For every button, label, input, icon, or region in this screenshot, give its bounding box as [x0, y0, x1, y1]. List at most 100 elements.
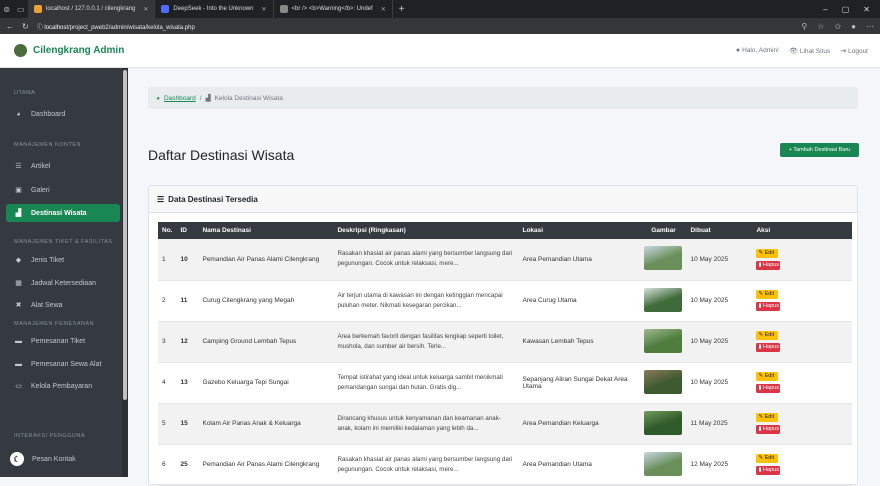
close-icon[interactable]: ✕	[863, 5, 870, 14]
column-header: Nama Destinasi	[198, 222, 334, 239]
sidebar-item-artikel[interactable]: ☰ Artikel	[6, 157, 120, 175]
row-id: 12	[176, 321, 199, 363]
destination-name: Gazebo Keluarga Tepi Sungai	[198, 362, 334, 404]
delete-button[interactable]: ▮ Hapus	[756, 302, 781, 311]
sidebar-item-galeri[interactable]: ▣ Galeri	[6, 181, 120, 199]
tab-overview-icon[interactable]: ▭	[17, 5, 25, 14]
sidebar-item-dashboard[interactable]: ◕ Dashboard	[6, 105, 120, 123]
view-site-link[interactable]: 👁 Lihat Situs	[789, 47, 830, 55]
brand-name: Cilengkrang Admin	[33, 45, 125, 56]
breadcrumb-separator: /	[199, 94, 202, 102]
edit-button[interactable]: ✎ Edit	[756, 290, 779, 299]
reload-icon[interactable]: ↻	[22, 22, 29, 31]
tab-close-icon[interactable]: ✕	[143, 6, 148, 13]
brand[interactable]: Cilengkrang Admin	[0, 44, 128, 57]
view-site-text: Lihat Situs	[799, 47, 831, 55]
browser-tab[interactable]: localhost / 127.0.0.1 / cilengkrang ✕	[28, 0, 156, 18]
destination-image[interactable]	[644, 246, 683, 271]
url-field[interactable]: ⓘ localhost/project_pweb2/admin/wisata/k…	[37, 22, 195, 31]
table-row: 4 13 Gazebo Keluarga Tepi Sungai Tempat ist…	[158, 362, 852, 404]
sidebar: UTAMA ◕ Dashboard MANAJEMEN KONTEN ☰ Artikel ▣…	[0, 68, 128, 477]
delete-button[interactable]: ▮ Hapus	[756, 425, 781, 434]
sidebar-item-destinasi-wisata[interactable]: ▟ Destinasi Wisata	[6, 204, 120, 222]
delete-label: Hapus	[763, 467, 779, 473]
column-header: Lokasi	[518, 222, 641, 239]
row-id: 11	[176, 280, 199, 322]
row-id: 13	[176, 362, 199, 404]
delete-button[interactable]: ▮ Hapus	[756, 466, 781, 475]
sidebar-item-alat-sewa[interactable]: ✖ Alat Sewa	[6, 296, 120, 314]
table-row: 1 10 Pemandian Air Panas Alami Cilengkrang…	[158, 239, 852, 281]
data-card: ☰ Data Destinasi Tersedia No. ID Nama Dest…	[148, 185, 858, 486]
eye-icon: 👁	[788, 47, 798, 55]
sidebar-item-pemesanan-sewa-alat[interactable]: ▬ Pemesanan Sewa Alat	[6, 355, 120, 373]
actions-cell: ✎ Edit ▮ Hapus	[752, 362, 852, 404]
delete-label: Hapus	[763, 261, 779, 268]
profile-icon[interactable]: ●	[851, 22, 856, 31]
logout-link[interactable]: ⇥ Logout	[840, 47, 868, 55]
add-destination-button[interactable]: + Tambah Destinasi Baru	[780, 143, 859, 157]
top-navbar: Cilengkrang Admin ● Halo, Admin! 👁 Lihat S…	[0, 34, 880, 68]
edit-button[interactable]: ✎ Edit	[756, 454, 779, 463]
favorites-icon[interactable]: ✩	[834, 22, 841, 31]
destination-name: Curug Cilengkrang yang Megah	[198, 280, 334, 322]
sidebar-item-pemesanan-tiket[interactable]: ▬ Pemesanan Tiket	[6, 332, 120, 350]
column-header: No.	[158, 222, 177, 239]
tools-icon: ✖	[15, 302, 22, 309]
edit-button[interactable]: ✎ Edit	[756, 413, 779, 422]
browser-tab[interactable]: DeepSeek - Into the Unknown ✕	[155, 0, 274, 18]
browser-tab[interactable]: <br /> <b>Warning</b>: Undef ✕	[274, 0, 393, 18]
sidebar-item-label: Pemesanan Tiket	[31, 337, 86, 345]
back-icon[interactable]: ←	[6, 22, 14, 31]
extension-icon[interactable]: ⚲	[801, 22, 807, 31]
sidebar-item-kelola-pembayaran[interactable]: ▭ Kelola Pembayaran	[6, 377, 120, 395]
destination-image[interactable]	[644, 410, 683, 435]
destination-description: Air terjun utama di kawasan ini dengan k…	[333, 280, 519, 322]
actions-cell: ✎ Edit ▮ Hapus	[752, 280, 852, 322]
column-header: ID	[176, 222, 199, 239]
edit-button[interactable]: ✎ Edit	[756, 248, 779, 258]
sidebar-heading: MANAJEMEN KONTEN	[14, 142, 81, 148]
minimize-icon[interactable]: –	[823, 5, 827, 14]
actions-cell: ✎ Edit ▮ Hapus	[752, 239, 852, 281]
created-date: 12 May 2025	[686, 444, 753, 486]
sidebar-item-jenis-tiket[interactable]: ◆ Jenis Tiket	[6, 251, 120, 269]
destination-image[interactable]	[644, 328, 683, 353]
sidebar-item-label: Pesan Kontak	[32, 455, 76, 463]
card-title: Data Destinasi Tersedia	[168, 194, 258, 204]
maximize-icon[interactable]: ▢	[842, 5, 850, 14]
edit-button[interactable]: ✎ Edit	[756, 372, 779, 381]
destination-location: Kawasan Lembah Tepus	[518, 321, 641, 363]
delete-button[interactable]: ▮ Hapus	[756, 343, 781, 352]
sidebar-item-jadwal-ketersediaan[interactable]: ▦ Jadwal Ketersediaan	[6, 274, 120, 292]
sidebar-item-label: Kelola Pembayaran	[31, 382, 93, 390]
delete-button[interactable]: ▮ Hapus	[756, 384, 781, 393]
column-header: Gambar	[640, 222, 687, 239]
destination-image[interactable]	[644, 287, 683, 312]
edit-button[interactable]: ✎ Edit	[756, 331, 779, 340]
destination-image[interactable]	[644, 451, 683, 476]
image-cell	[640, 321, 687, 363]
truck-icon: ▬	[15, 360, 22, 368]
dashboard-icon: ◕	[16, 110, 21, 118]
dashboard-icon: ◕	[156, 94, 160, 102]
sidebar-scrollbar-thumb[interactable]	[123, 70, 127, 400]
browser-menu-icon[interactable]: ⊚	[3, 5, 10, 14]
destinations-table: No. ID Nama Destinasi Deskripsi (Ringkasan)…	[158, 222, 852, 486]
user-greeting: ● Halo, Admin!	[736, 47, 779, 54]
destination-description: Rasakan khasiat air panas alami yang ber…	[333, 239, 519, 281]
breadcrumb-home-link[interactable]: Dashboard	[164, 95, 196, 102]
tab-close-icon[interactable]: ✕	[261, 6, 266, 13]
tab-favicon-icon	[279, 5, 288, 13]
new-tab-icon[interactable]: +	[399, 4, 405, 15]
edit-label: Edit	[764, 414, 775, 420]
created-date: 10 May 2025	[686, 321, 753, 363]
tab-close-icon[interactable]: ✕	[381, 6, 386, 13]
tab-title: DeepSeek - Into the Unknown	[173, 6, 254, 12]
destination-name: Camping Ground Lembah Tepus	[198, 321, 334, 363]
more-icon[interactable]: ⋯	[866, 22, 874, 31]
delete-button[interactable]: ▮ Hapus	[756, 260, 781, 270]
bookmark-star-icon[interactable]: ☆	[817, 22, 824, 31]
sidebar-item-pesan-kontak[interactable]: ☾ Pesan Kontak	[6, 450, 120, 468]
destination-image[interactable]	[644, 369, 683, 394]
